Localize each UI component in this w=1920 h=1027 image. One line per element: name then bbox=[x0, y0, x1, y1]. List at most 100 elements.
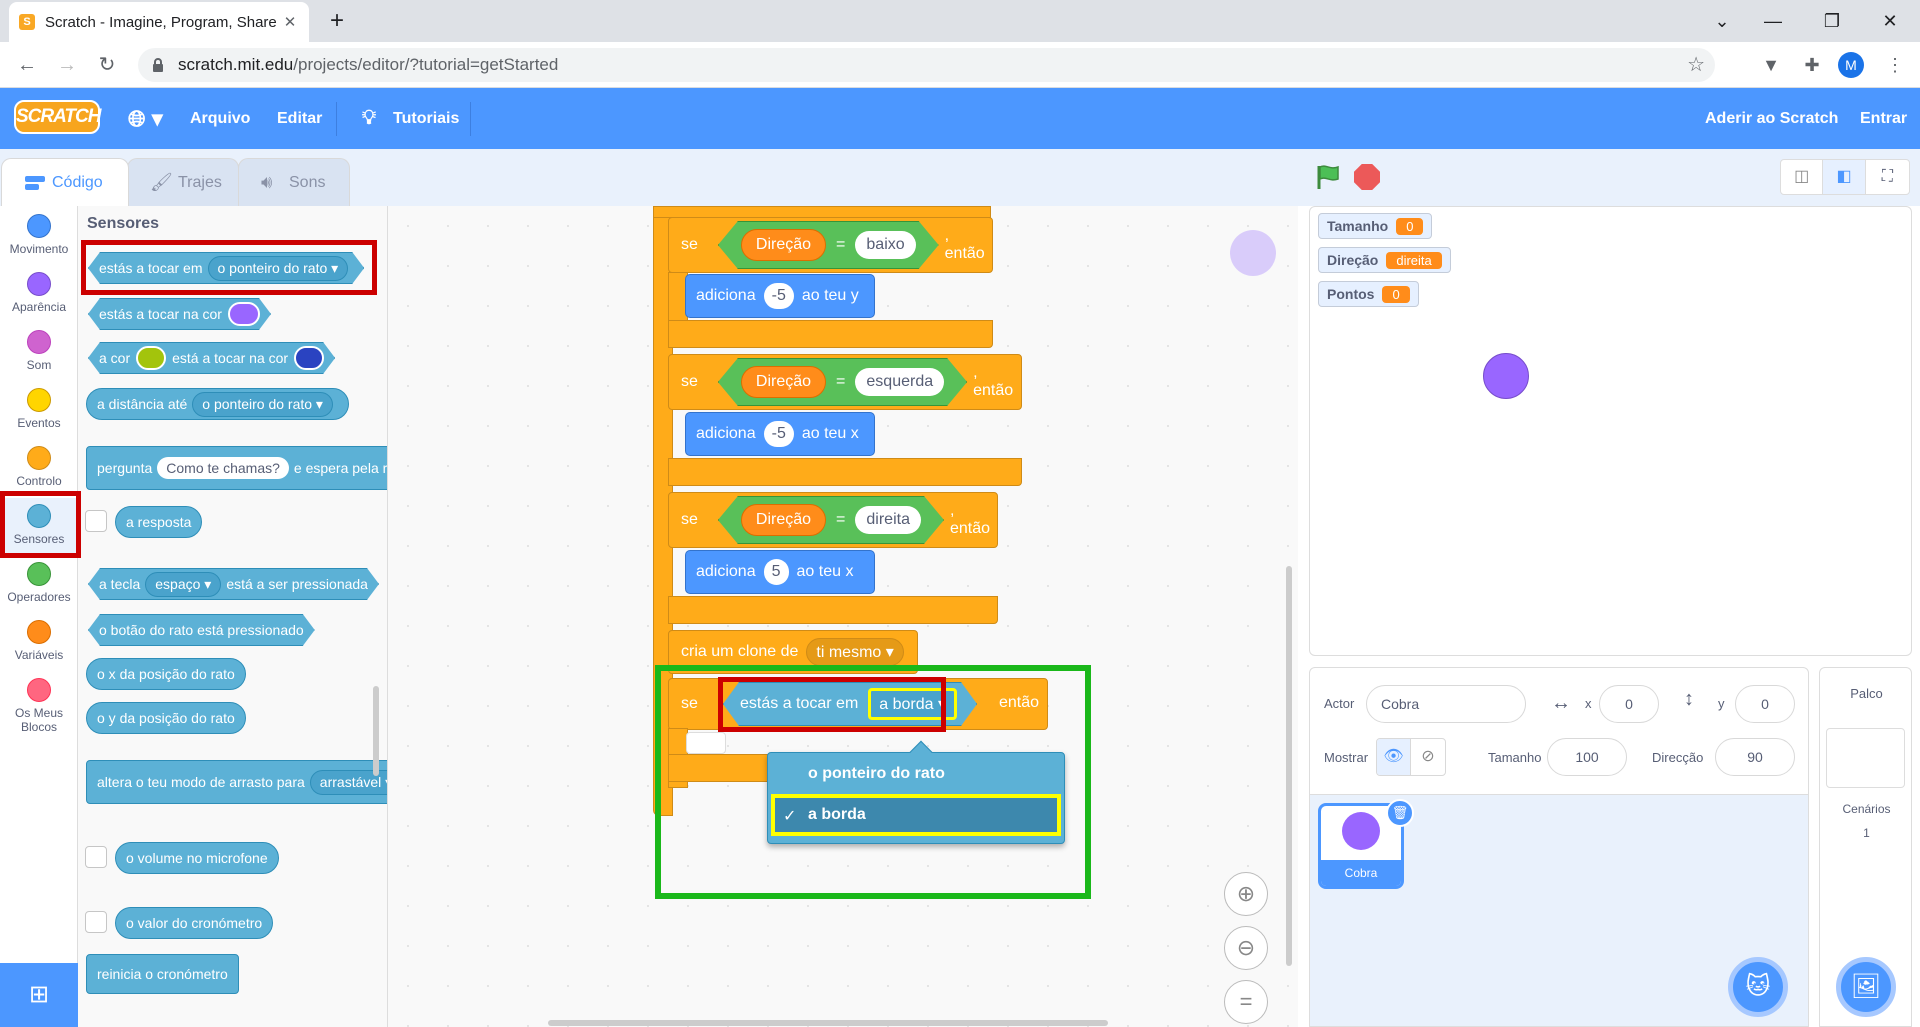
color-swatch-purple[interactable] bbox=[228, 302, 260, 326]
palette-scrollbar[interactable] bbox=[373, 686, 379, 776]
fullscreen-icon[interactable]: ⛶ bbox=[1866, 160, 1909, 194]
back-icon[interactable]: ← bbox=[12, 50, 42, 80]
language-globe-icon[interactable]: 🌐︎ ▾ bbox=[128, 88, 163, 149]
forward-icon[interactable]: → bbox=[52, 50, 82, 80]
y-input[interactable]: 0 bbox=[1735, 685, 1795, 723]
change-x-block-2[interactable]: adiciona 5 ao teu x bbox=[685, 550, 875, 594]
restore-window-button[interactable]: ❐ bbox=[1812, 6, 1852, 36]
block-distance-dropdown[interactable]: o ponteiro do rato ▾ bbox=[192, 391, 333, 417]
sprite-name-input[interactable]: Cobra bbox=[1366, 685, 1526, 723]
direction-input[interactable]: 90 bbox=[1715, 738, 1795, 776]
compare-input-2[interactable]: esquerda bbox=[855, 368, 944, 396]
block-reset-timer[interactable]: reinicia o cronómetro bbox=[86, 954, 239, 994]
url-input[interactable]: scratch.mit.edu/projects/editor/?tutoria… bbox=[138, 48, 1715, 82]
extensions-puzzle-icon[interactable]: ✚ bbox=[1797, 50, 1827, 80]
green-flag-icon[interactable] bbox=[1314, 163, 1342, 191]
direction-reporter-2[interactable]: Direção bbox=[741, 366, 826, 398]
file-menu[interactable]: Arquivo bbox=[190, 88, 250, 149]
tab-sounds[interactable]: 🔊︎ Sons bbox=[238, 158, 350, 206]
block-key-dropdown[interactable]: espaço ▾ bbox=[145, 572, 221, 597]
category-sound[interactable]: Som bbox=[0, 330, 78, 386]
minimize-window-button[interactable]: — bbox=[1753, 6, 1793, 36]
delete-sprite-icon[interactable]: 🗑︎ bbox=[1386, 799, 1414, 827]
browser-menu-icon[interactable]: ⋮ bbox=[1880, 50, 1910, 80]
x-input[interactable]: 0 bbox=[1599, 685, 1659, 723]
tab-search-icon[interactable]: ⌄ bbox=[1702, 6, 1742, 36]
timer-checkbox[interactable] bbox=[85, 911, 107, 933]
bookmark-star-icon[interactable]: ☆ bbox=[1687, 52, 1705, 77]
add-backdrop-button[interactable]: 🖼︎ bbox=[1836, 957, 1896, 1017]
workspace-hscrollbar[interactable] bbox=[548, 1020, 1108, 1026]
category-operators[interactable]: Operadores bbox=[0, 562, 78, 618]
zoom-reset-button[interactable]: = bbox=[1224, 980, 1268, 1024]
equals-operator-3[interactable]: Direção = direita bbox=[718, 496, 944, 544]
sign-in-link[interactable]: Entrar bbox=[1860, 88, 1907, 149]
direction-label: Direcção bbox=[1652, 750, 1704, 765]
direction-reporter-3[interactable]: Direção bbox=[741, 504, 826, 536]
workspace-vscrollbar[interactable] bbox=[1286, 566, 1292, 966]
direction-reporter-1[interactable]: Direção bbox=[741, 229, 826, 261]
extension-icon[interactable]: ▼ bbox=[1756, 50, 1786, 80]
normal-stage-button[interactable]: ◧ bbox=[1823, 160, 1866, 194]
block-ask-input[interactable]: Como te chamas? bbox=[157, 457, 289, 479]
create-clone-dropdown[interactable]: ti mesmo ▾ bbox=[806, 638, 904, 666]
change-y-input[interactable]: -5 bbox=[763, 283, 794, 309]
small-stage-button[interactable]: ◫ bbox=[1781, 160, 1824, 194]
show-eye-icon[interactable]: 👁︎ bbox=[1377, 739, 1412, 775]
zoom-out-button[interactable]: ⊖ bbox=[1224, 926, 1268, 970]
stop-icon[interactable] bbox=[1354, 164, 1380, 190]
change-x-input-2[interactable]: 5 bbox=[763, 559, 789, 585]
close-window-button[interactable]: ✕ bbox=[1870, 6, 1910, 36]
block-color-touching-color[interactable]: a cor está a tocar na cor bbox=[88, 342, 335, 374]
zoom-in-button[interactable]: ⊕ bbox=[1224, 872, 1268, 916]
block-answer[interactable]: a resposta bbox=[115, 506, 203, 538]
block-mouse-x[interactable]: o x da posição do rato bbox=[86, 658, 246, 690]
category-events[interactable]: Eventos bbox=[0, 388, 78, 444]
block-timer[interactable]: o valor do cronómetro bbox=[115, 907, 274, 939]
change-x-input-1[interactable]: -5 bbox=[763, 421, 794, 447]
color-swatch-blue[interactable] bbox=[294, 346, 324, 370]
block-touching-color[interactable]: estás a tocar na cor bbox=[88, 298, 271, 330]
block-mouse-y[interactable]: o y da posição do rato bbox=[86, 702, 246, 734]
compare-input-3[interactable]: direita bbox=[855, 506, 921, 534]
answer-checkbox[interactable] bbox=[85, 510, 107, 532]
block-mouse-down[interactable]: o botão do rato está pressionado bbox=[88, 614, 315, 646]
add-sprite-button[interactable]: 🐱︎ bbox=[1728, 957, 1788, 1017]
change-y-block[interactable]: adiciona -5 ao teu y bbox=[685, 274, 875, 318]
close-tab-icon[interactable]: ✕ bbox=[281, 13, 299, 31]
if-block-3[interactable]: se Direção = direita , então bbox=[668, 492, 998, 548]
change-x-block-1[interactable]: adiciona -5 ao teu x bbox=[685, 412, 875, 456]
profile-avatar[interactable]: M bbox=[1838, 52, 1864, 78]
tab-costumes[interactable]: 🖌︎ Trajes bbox=[127, 158, 239, 206]
if-block-1[interactable]: se Direção = baixo , então bbox=[668, 217, 993, 273]
color-swatch-green[interactable] bbox=[136, 346, 166, 370]
tutorials-menu[interactable]: Tutoriais bbox=[393, 88, 459, 149]
compare-input-1[interactable]: baixo bbox=[855, 231, 915, 259]
join-scratch-link[interactable]: Aderir ao Scratch bbox=[1705, 88, 1838, 149]
equals-operator-2[interactable]: Direção = esquerda bbox=[718, 358, 967, 406]
equals-operator-1[interactable]: Direção = baixo bbox=[718, 221, 939, 269]
block-loudness[interactable]: o volume no microfone bbox=[115, 842, 279, 874]
edit-menu[interactable]: Editar bbox=[277, 88, 322, 149]
add-extension-button[interactable]: ⊞ bbox=[0, 963, 78, 1027]
category-looks[interactable]: Aparência bbox=[0, 272, 78, 328]
if-block-2[interactable]: se Direção = esquerda , então bbox=[668, 354, 1022, 410]
category-motion[interactable]: Movimento bbox=[0, 214, 78, 270]
tab-code[interactable]: Código bbox=[1, 158, 129, 206]
new-tab-button[interactable]: + bbox=[322, 6, 352, 36]
stage-canvas[interactable]: Tamanho 0 Direção direita Pontos 0 bbox=[1309, 206, 1912, 656]
browser-tab[interactable]: S Scratch - Imagine, Program, Share ✕ bbox=[9, 2, 309, 42]
loudness-checkbox[interactable] bbox=[85, 846, 107, 868]
block-drag-mode[interactable]: altera o teu modo de arrasto para arrastá… bbox=[86, 760, 387, 804]
category-my-blocks[interactable]: Os Meus Blocos bbox=[0, 678, 78, 748]
reload-icon[interactable]: ↻ bbox=[92, 50, 122, 80]
size-input[interactable]: 100 bbox=[1547, 738, 1627, 776]
block-ask[interactable]: pergunta Como te chamas? e espera pela re bbox=[86, 446, 387, 490]
block-distance[interactable]: a distância até o ponteiro do rato ▾ bbox=[86, 388, 349, 420]
cobra-sprite[interactable] bbox=[1483, 353, 1529, 399]
lock-icon bbox=[153, 58, 163, 72]
hide-eye-icon[interactable]: ⊘ bbox=[1411, 739, 1445, 775]
category-variables[interactable]: Variáveis bbox=[0, 620, 78, 676]
scratch-logo[interactable]: SCRATCH bbox=[14, 100, 101, 134]
block-key-pressed[interactable]: a tecla espaço ▾ está a ser pressionada bbox=[88, 568, 379, 600]
